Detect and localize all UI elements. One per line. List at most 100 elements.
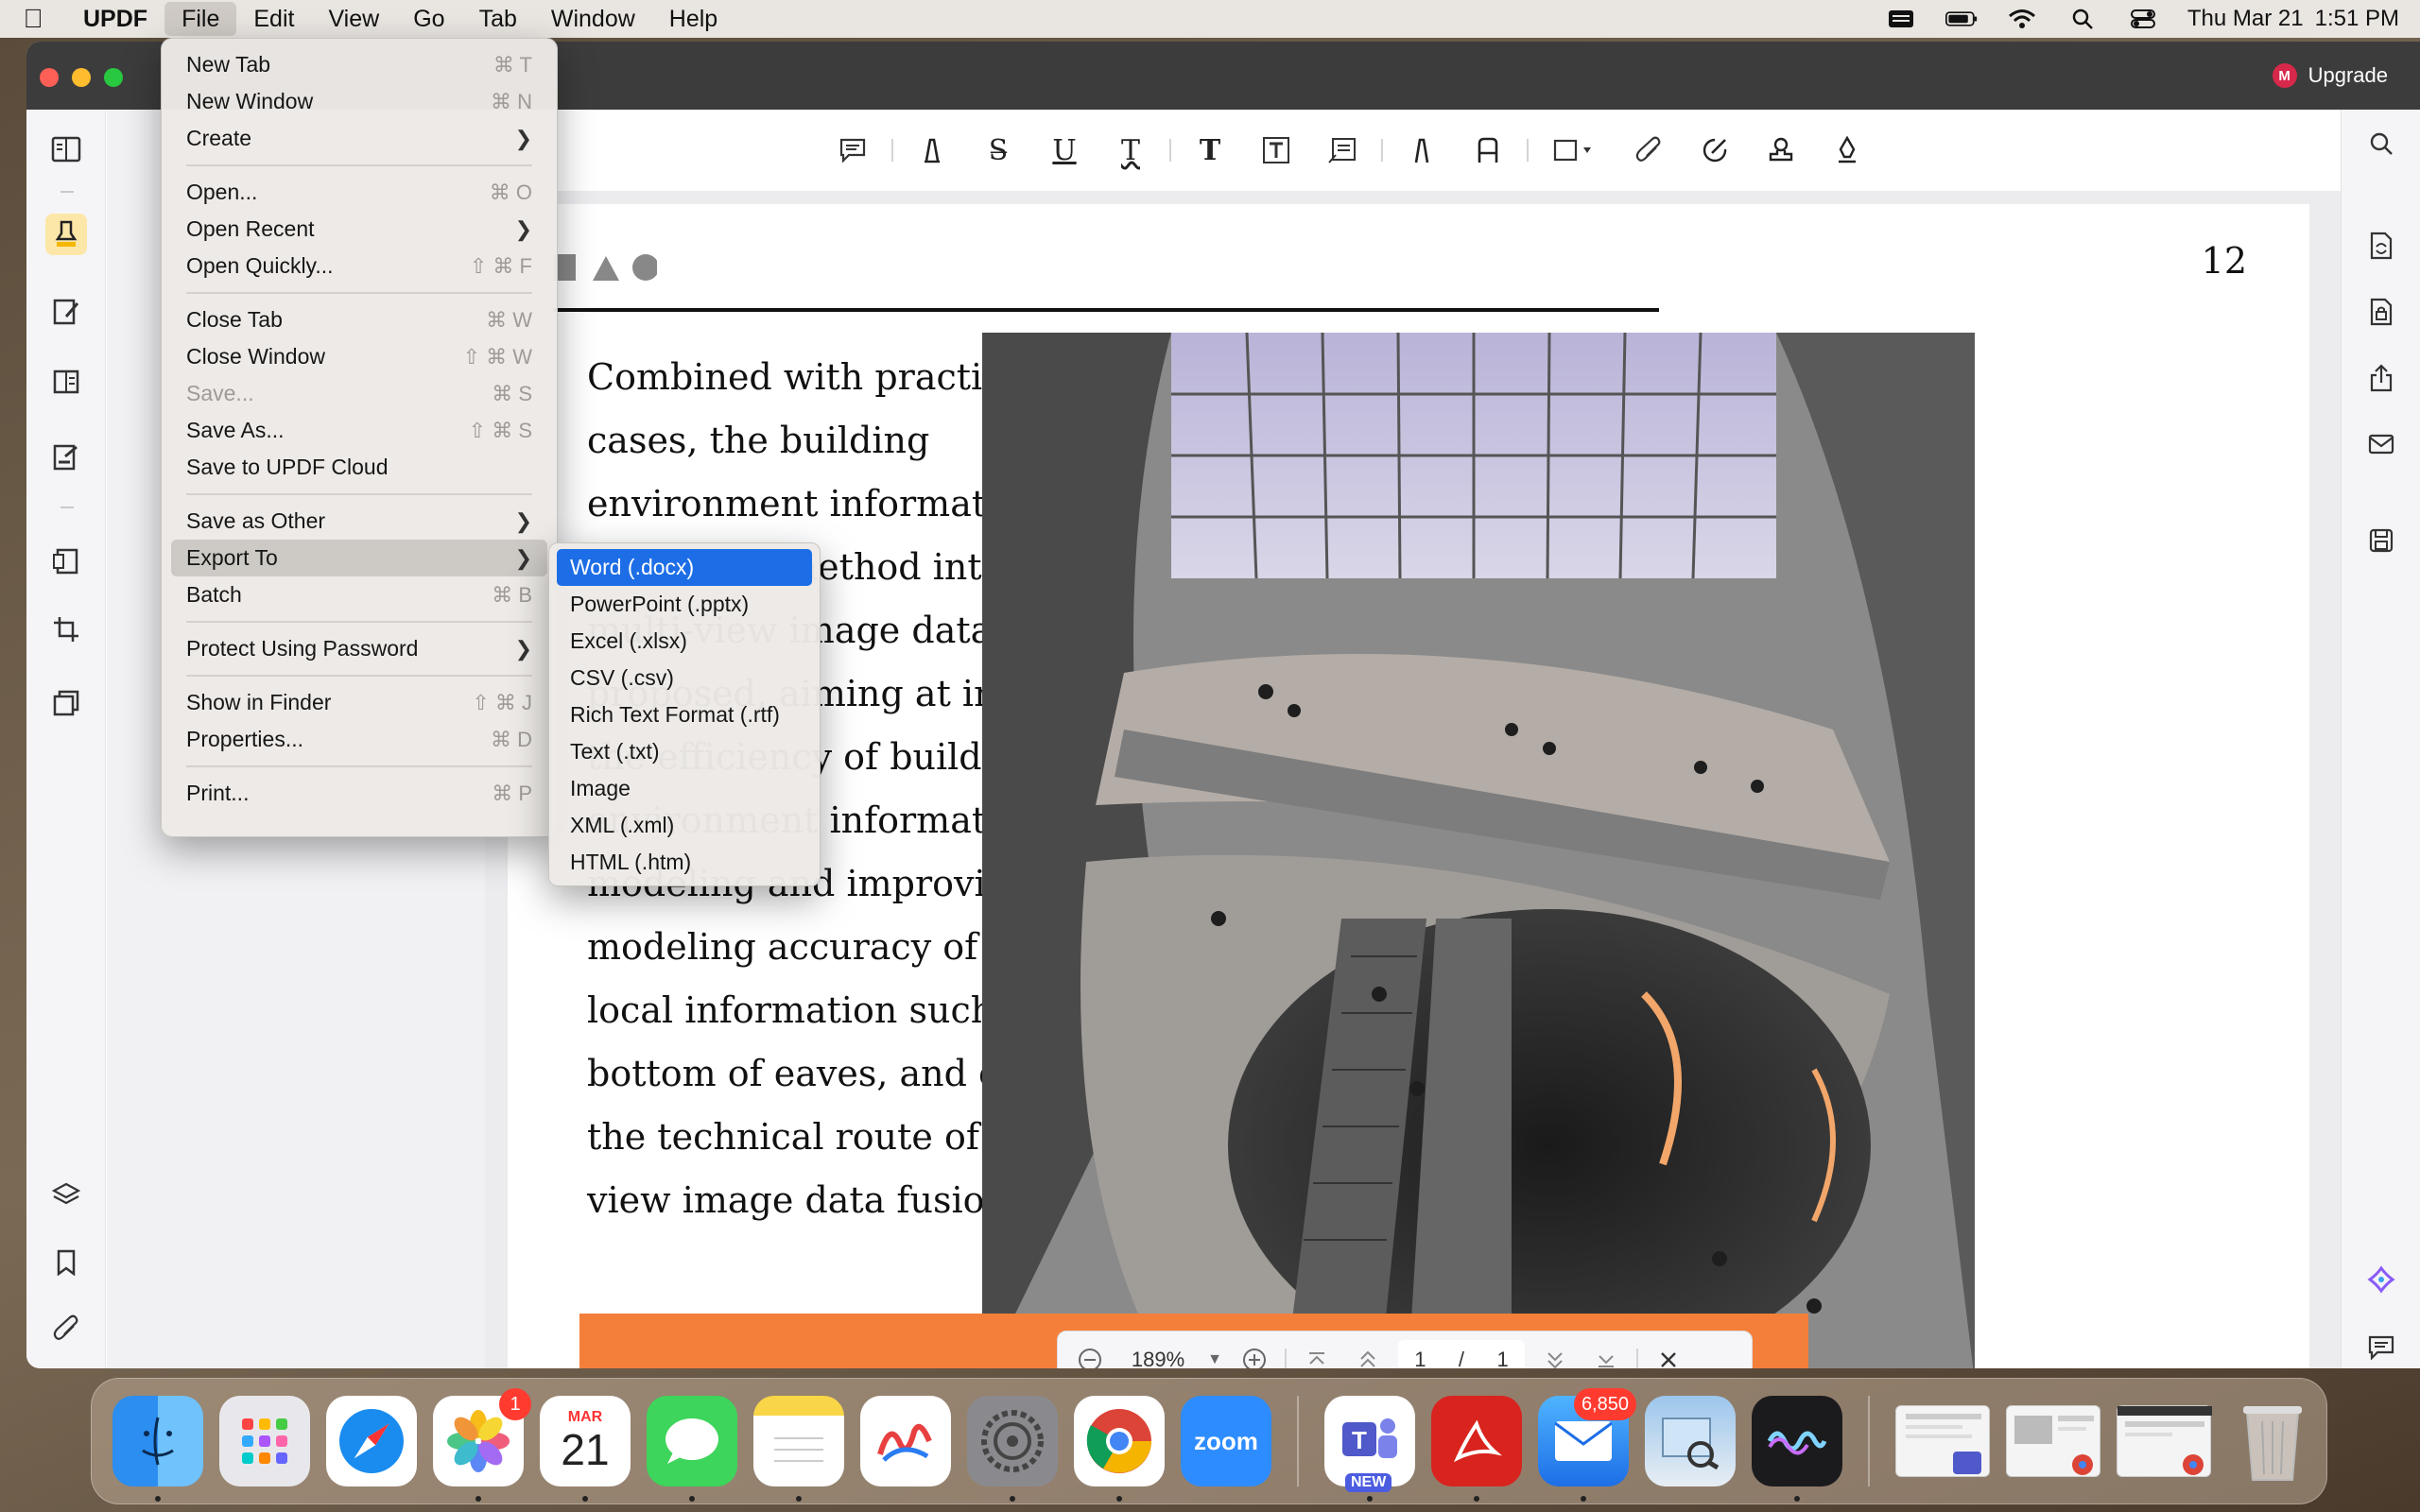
minimized-window-thumbnail[interactable]	[2006, 1405, 2100, 1477]
attachment-icon[interactable]	[45, 1308, 87, 1349]
architecture-photo[interactable]	[982, 333, 1975, 1368]
layers-icon[interactable]	[45, 1174, 87, 1215]
menu-item-properties[interactable]: Properties... ⌘ D	[171, 721, 547, 758]
signature-icon[interactable]	[1694, 129, 1736, 171]
messages-icon[interactable]	[647, 1396, 737, 1502]
display-icon[interactable]	[1885, 8, 1917, 30]
menu-item-open-quickly[interactable]: Open Quickly... ⇧ ⌘ F	[171, 248, 547, 284]
menu-item-export-to[interactable]: Export To ❯	[171, 540, 547, 576]
control-center-icon[interactable]	[2127, 8, 2159, 30]
export-powerpoint[interactable]: PowerPoint (.pptx)	[557, 586, 812, 623]
export-text[interactable]: Text (.txt)	[557, 733, 812, 770]
zoom-value[interactable]: 189%	[1120, 1348, 1196, 1368]
comment-highlighter-icon[interactable]	[45, 214, 87, 255]
export-xml[interactable]: XML (.xml)	[557, 807, 812, 844]
trash-icon[interactable]	[2227, 1396, 2318, 1486]
highlight-tool-icon[interactable]	[911, 129, 953, 171]
menu-item-new-window[interactable]: New Window ⌘ N	[171, 83, 547, 120]
menu-item-close-window[interactable]: Close Window ⇧ ⌘ W	[171, 338, 547, 375]
text-comment-icon[interactable]: T	[1189, 129, 1231, 171]
reader-mode-icon[interactable]	[45, 129, 87, 170]
menu-tab[interactable]: Tab	[462, 2, 534, 36]
acrobat-icon[interactable]	[1431, 1396, 1522, 1502]
menu-item-create[interactable]: Create ❯	[171, 120, 547, 157]
convert-pdf-icon[interactable]	[2360, 225, 2402, 266]
search-icon[interactable]	[2360, 123, 2402, 164]
notes-icon[interactable]	[753, 1396, 844, 1502]
mail-icon[interactable]: 6,850	[1538, 1388, 1636, 1502]
prepare-form-icon[interactable]	[45, 541, 87, 582]
zoom-out-icon[interactable]	[1069, 1339, 1111, 1368]
clock-time[interactable]: 1:51 PM	[2315, 6, 2399, 32]
text-box-icon[interactable]	[1255, 129, 1297, 171]
freeform-icon[interactable]	[860, 1396, 951, 1486]
menu-go[interactable]: Go	[396, 2, 461, 36]
safari-icon[interactable]	[326, 1396, 417, 1486]
export-rtf[interactable]: Rich Text Format (.rtf)	[557, 696, 812, 733]
clock-date[interactable]: Thu Mar 21	[2187, 6, 2304, 32]
save-icon[interactable]	[2360, 520, 2402, 561]
preview-icon[interactable]	[1645, 1396, 1736, 1486]
export-word[interactable]: Word (.docx)	[557, 549, 812, 586]
previous-page-icon[interactable]	[1347, 1339, 1389, 1368]
menu-app-name[interactable]: UPDF	[66, 2, 164, 36]
minimized-window-thumbnail[interactable]	[1895, 1405, 1990, 1477]
zoom-app-icon[interactable]: zoom	[1181, 1396, 1271, 1486]
pencil-draw-icon[interactable]	[1401, 129, 1443, 171]
first-page-icon[interactable]	[1296, 1339, 1338, 1368]
menu-window[interactable]: Window	[534, 2, 652, 36]
menu-item-new-tab[interactable]: New Tab ⌘ T	[171, 46, 547, 83]
shape-tool-icon[interactable]	[1547, 129, 1603, 171]
page-tools-icon[interactable]	[45, 682, 87, 724]
page-input[interactable]: 1 / 1	[1398, 1340, 1525, 1368]
menu-edit[interactable]: Edit	[236, 2, 311, 36]
export-csv[interactable]: CSV (.csv)	[557, 660, 812, 696]
menu-item-protect-password[interactable]: Protect Using Password ❯	[171, 630, 547, 667]
comments-panel-icon[interactable]	[2360, 1327, 2402, 1368]
crop-pages-icon[interactable]	[45, 609, 87, 650]
finder-icon[interactable]	[112, 1396, 203, 1502]
last-page-icon[interactable]	[1585, 1339, 1627, 1368]
menu-view[interactable]: View	[311, 2, 396, 36]
close-zoom-bar-icon[interactable]	[1648, 1339, 1689, 1368]
close-window-button[interactable]	[40, 68, 59, 87]
menu-item-open[interactable]: Open... ⌘ O	[171, 174, 547, 211]
zoom-in-icon[interactable]	[1234, 1339, 1275, 1368]
export-html[interactable]: HTML (.htm)	[557, 844, 812, 881]
menu-item-save-as-other[interactable]: Save as Other ❯	[171, 503, 547, 540]
chrome-icon[interactable]	[1074, 1396, 1165, 1502]
export-excel[interactable]: Excel (.xlsx)	[557, 623, 812, 660]
teams-icon[interactable]: T NEW	[1324, 1396, 1415, 1502]
calendar-icon[interactable]: MAR 21	[540, 1396, 631, 1502]
audio-app-icon[interactable]	[1752, 1396, 1842, 1502]
email-icon[interactable]	[2360, 423, 2402, 465]
menu-item-close-tab[interactable]: Close Tab ⌘ W	[171, 301, 547, 338]
spotlight-search-icon[interactable]	[2066, 8, 2099, 30]
menu-item-show-in-finder[interactable]: Show in Finder ⇧ ⌘ J	[171, 684, 547, 721]
export-image[interactable]: Image	[557, 770, 812, 807]
edit-pdf-icon[interactable]	[45, 291, 87, 333]
menu-help[interactable]: Help	[652, 2, 735, 36]
zoom-window-button[interactable]	[104, 68, 123, 87]
pen-sign-icon[interactable]	[1826, 129, 1868, 171]
apple-icon[interactable]: 	[0, 4, 66, 34]
share-icon[interactable]	[2360, 357, 2402, 399]
eraser-icon[interactable]	[1467, 129, 1509, 171]
launchpad-icon[interactable]	[219, 1396, 310, 1486]
zoom-dropdown-icon[interactable]: ▼	[1205, 1339, 1224, 1368]
callout-icon[interactable]	[1322, 129, 1363, 171]
underline-icon[interactable]: U	[1044, 129, 1085, 171]
menu-item-batch[interactable]: Batch ⌘ B	[171, 576, 547, 613]
minimize-window-button[interactable]	[72, 68, 91, 87]
protect-pdf-icon[interactable]	[2360, 291, 2402, 333]
upgrade-button[interactable]: M Upgrade	[2265, 59, 2401, 93]
stamp-icon[interactable]	[1760, 129, 1802, 171]
next-page-icon[interactable]	[1534, 1339, 1576, 1368]
system-settings-icon[interactable]	[967, 1396, 1058, 1502]
battery-icon[interactable]	[1945, 8, 1978, 30]
photos-icon[interactable]: 1	[433, 1388, 531, 1502]
organize-pages-icon[interactable]	[45, 361, 87, 403]
squiggly-underline-icon[interactable]: T	[1110, 129, 1151, 171]
menu-item-open-recent[interactable]: Open Recent ❯	[171, 211, 547, 248]
sticky-note-icon[interactable]	[832, 129, 873, 171]
